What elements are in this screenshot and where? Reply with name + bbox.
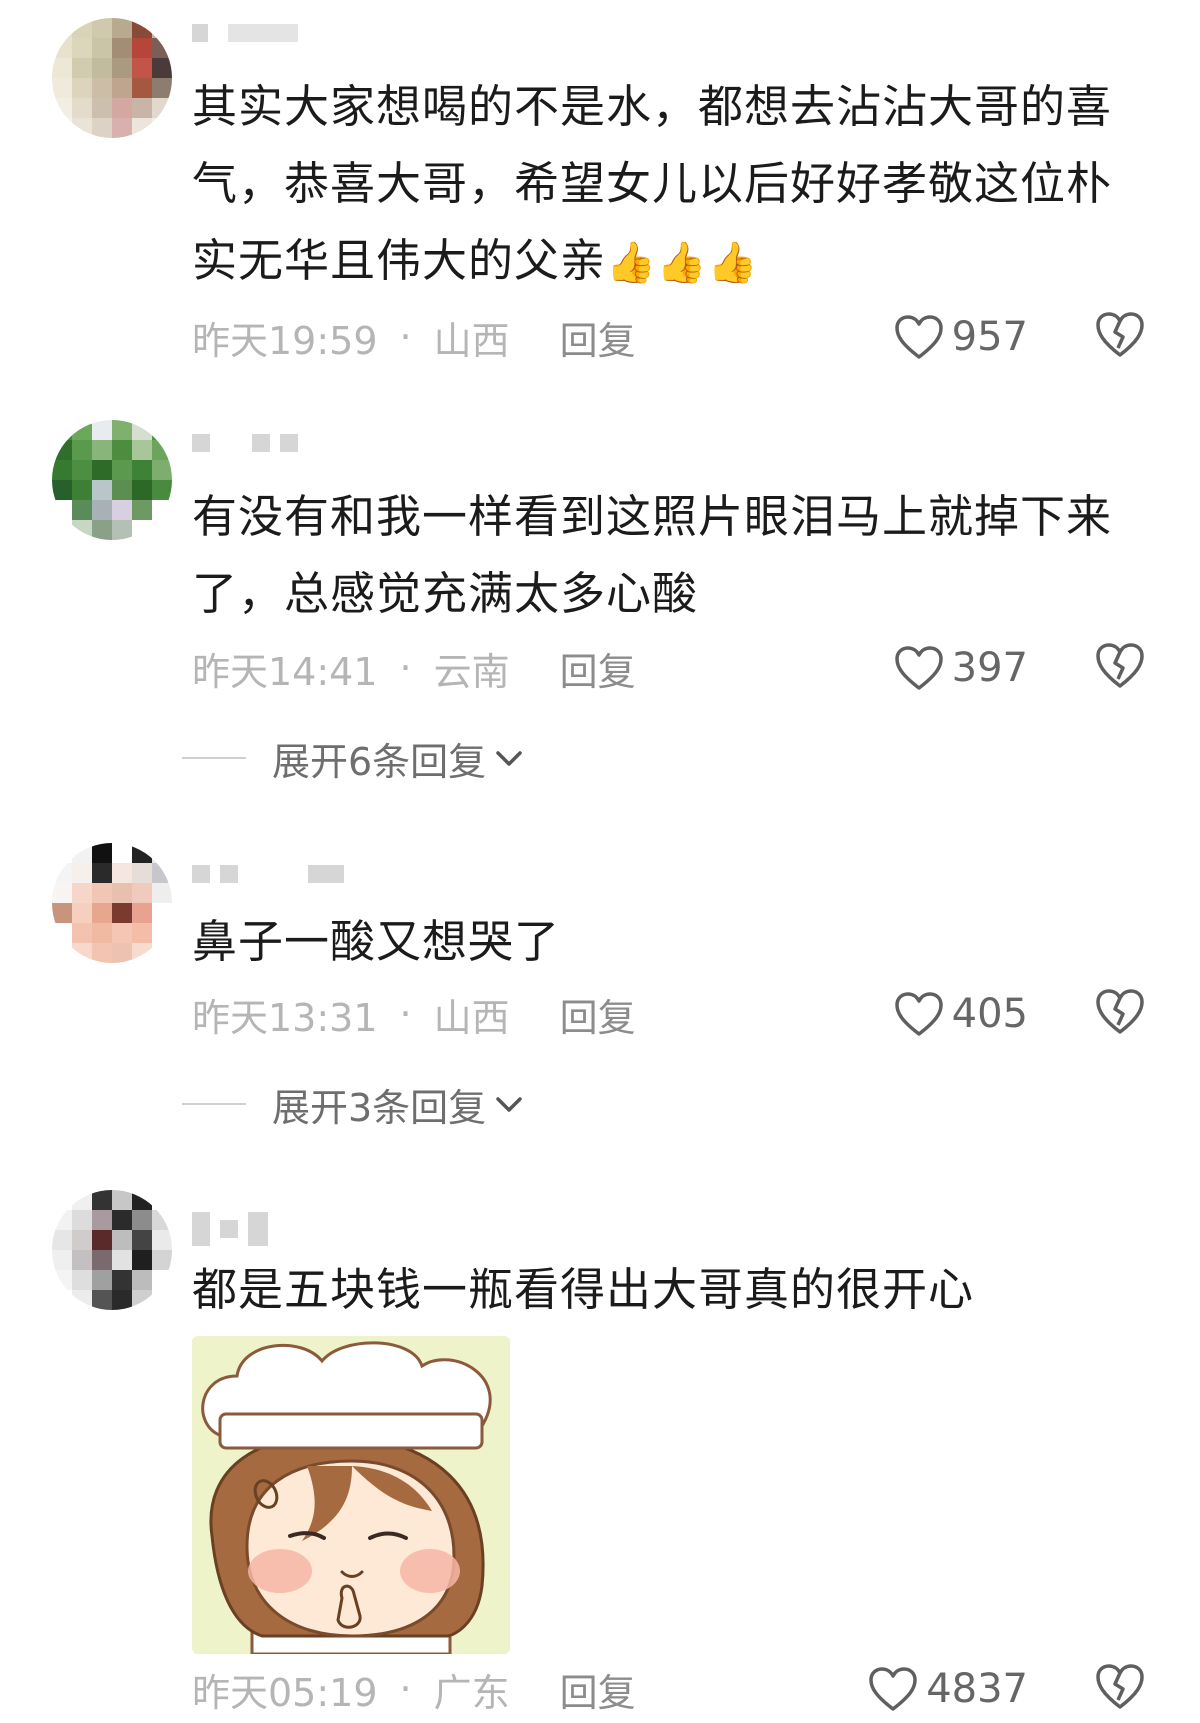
heart-outline-icon bbox=[894, 992, 943, 1036]
chevron-down-icon bbox=[496, 751, 522, 766]
comment-text: 鼻子一酸又想哭了 bbox=[192, 915, 561, 968]
comment-time: 昨天13:31 bbox=[192, 995, 378, 1040]
chef-girl-illustration bbox=[192, 1336, 510, 1654]
chevron-down-icon bbox=[496, 1097, 522, 1112]
like-count: 405 bbox=[951, 991, 1028, 1037]
chef-sticker-image[interactable] bbox=[192, 1336, 510, 1654]
expand-replies-label: 展开3条回复 bbox=[272, 1085, 487, 1130]
comment-location: 山西 bbox=[433, 995, 510, 1040]
avatar[interactable] bbox=[52, 843, 172, 963]
expand-replies-label: 展开6条回复 bbox=[272, 739, 487, 784]
heart-outline-icon bbox=[894, 646, 943, 690]
like-button[interactable]: 957 bbox=[894, 312, 1028, 362]
dislike-button[interactable] bbox=[1095, 310, 1145, 360]
reply-button[interactable]: 回复 bbox=[560, 641, 636, 696]
meta-separator: · bbox=[399, 1667, 412, 1711]
comment-location: 山西 bbox=[433, 318, 510, 363]
heart-outline-icon bbox=[869, 1667, 917, 1711]
comment-time: 昨天19:59 bbox=[192, 318, 378, 363]
like-button[interactable]: 4837 bbox=[868, 1664, 1028, 1714]
like-button[interactable]: 405 bbox=[894, 989, 1028, 1039]
meta-separator: · bbox=[399, 646, 412, 690]
reply-button[interactable]: 回复 bbox=[560, 310, 636, 365]
like-button[interactable]: 397 bbox=[894, 643, 1028, 693]
like-count: 4837 bbox=[926, 1666, 1028, 1712]
avatar[interactable] bbox=[52, 18, 172, 138]
comment-time: 昨天05:19 bbox=[192, 1670, 378, 1715]
broken-heart-icon bbox=[1096, 312, 1144, 357]
heart-outline-icon bbox=[894, 315, 943, 359]
thumbs-up-emoji: 👍👍👍 bbox=[606, 240, 759, 286]
comment-text: 其实大家想喝的不是水，都想去沾沾大哥的喜气，恭喜大哥，希望女儿以后好好孝敬这位朴… bbox=[192, 80, 1113, 287]
avatar[interactable] bbox=[52, 1190, 172, 1310]
broken-heart-icon bbox=[1096, 643, 1144, 688]
username-redacted bbox=[192, 1212, 268, 1246]
expand-replies-button[interactable]: 展开6条回复 bbox=[182, 733, 524, 784]
avatar[interactable] bbox=[52, 420, 172, 540]
expand-replies-button[interactable]: 展开3条回复 bbox=[182, 1079, 524, 1130]
reply-button[interactable]: 回复 bbox=[560, 987, 636, 1042]
reply-button[interactable]: 回复 bbox=[560, 1662, 636, 1717]
like-count: 397 bbox=[951, 645, 1028, 691]
username-redacted bbox=[192, 861, 344, 887]
comment-time: 昨天14:41 bbox=[192, 649, 378, 694]
meta-separator: · bbox=[399, 315, 412, 359]
comment-location: 广东 bbox=[433, 1670, 510, 1715]
comment-text: 都是五块钱一瓶看得出大哥真的很开心 bbox=[192, 1263, 975, 1316]
username-redacted bbox=[192, 20, 298, 46]
expand-divider bbox=[182, 757, 246, 759]
broken-heart-icon bbox=[1096, 1664, 1144, 1709]
username-redacted bbox=[192, 430, 298, 456]
comment-location: 云南 bbox=[433, 649, 510, 694]
like-count: 957 bbox=[951, 314, 1028, 360]
broken-heart-icon bbox=[1096, 989, 1144, 1034]
meta-separator: · bbox=[399, 992, 412, 1036]
dislike-button[interactable] bbox=[1095, 1662, 1145, 1712]
comment-text: 有没有和我一样看到这照片眼泪马上就掉下来了，总感觉充满太多心酸 bbox=[192, 490, 1113, 620]
dislike-button[interactable] bbox=[1095, 987, 1145, 1037]
expand-divider bbox=[182, 1103, 246, 1105]
dislike-button[interactable] bbox=[1095, 641, 1145, 691]
